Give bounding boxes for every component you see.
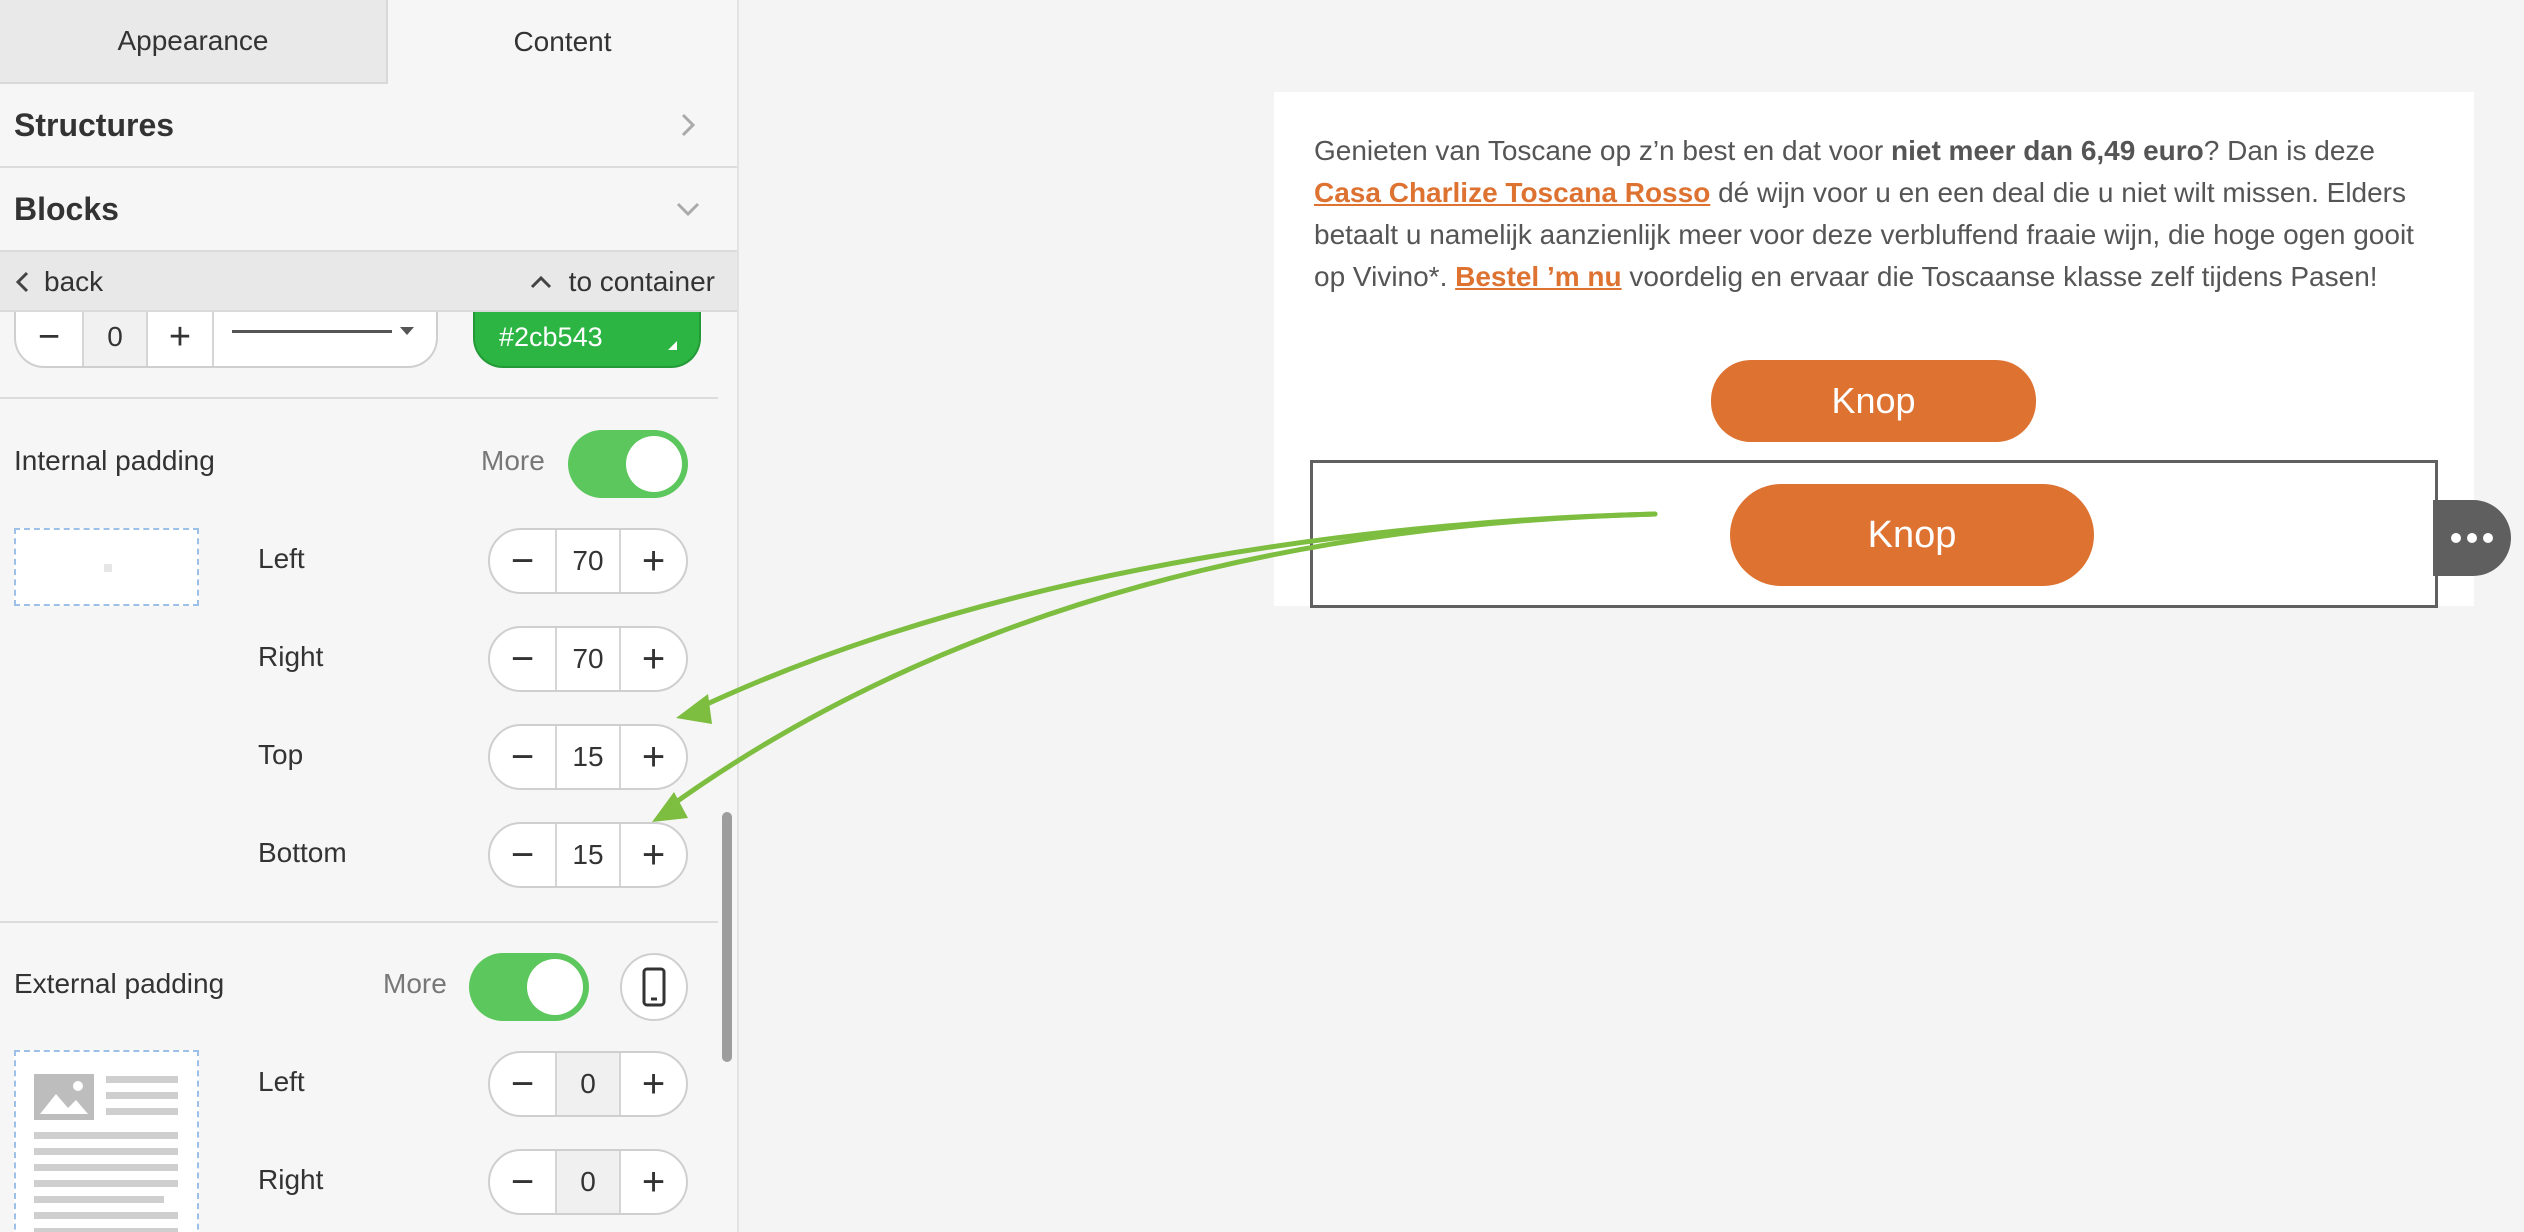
internal-padding-top-label: Top (258, 739, 304, 770)
accordion-structures[interactable]: Structures (0, 84, 737, 168)
external-padding-label: External padding (14, 968, 225, 999)
internal-padding-bottom-stepper: − 15 + (488, 822, 688, 888)
accordion-blocks[interactable]: Blocks (0, 168, 737, 252)
decrement-button[interactable]: − (490, 530, 555, 592)
divider (0, 397, 718, 399)
caret-down-icon (400, 327, 414, 335)
to-container-label: to container (568, 266, 715, 297)
panel-tabs: Appearance Content (0, 0, 737, 84)
internal-padding-more-label: More (481, 445, 545, 476)
increment-button[interactable]: + (621, 1053, 686, 1115)
resize-corner-icon (668, 341, 677, 350)
settings-panel: Appearance Content Structures Blocks bac… (0, 0, 739, 1232)
decrement-button[interactable]: − (490, 824, 555, 886)
external-padding-more-label: More (383, 968, 447, 999)
chevron-up-icon (530, 275, 551, 289)
divider (0, 921, 718, 923)
email-text-mid1: ? Dan is deze (2203, 135, 2375, 166)
increment-button[interactable]: + (621, 530, 686, 592)
increment-button[interactable]: + (621, 1151, 686, 1213)
decrement-button[interactable]: − (490, 1151, 555, 1213)
decrement-button[interactable]: − (490, 1053, 555, 1115)
decrement-button[interactable]: − (490, 628, 555, 690)
selected-button-block[interactable]: Knop (1310, 460, 2438, 608)
border-width-stepper: − 0 + (14, 312, 438, 368)
decrement-button[interactable]: − (490, 726, 555, 788)
internal-padding-left-value[interactable]: 70 (555, 530, 621, 592)
external-padding-right-stepper: − 0 + (488, 1149, 688, 1215)
chevron-left-icon (15, 271, 29, 293)
toggle-knob (527, 959, 583, 1015)
email-text-bold: niet meer dan 6,49 euro (1890, 135, 2204, 166)
preview-dot (104, 564, 112, 572)
panel-scrollbar[interactable] (722, 812, 732, 1062)
chevron-right-icon (681, 113, 696, 137)
email-button-2[interactable]: Knop (1730, 484, 2094, 586)
external-padding-left-label: Left (258, 1066, 305, 1097)
internal-padding-bottom-value[interactable]: 15 (555, 824, 621, 886)
block-more-options-button[interactable] (2433, 500, 2511, 576)
toggle-knob (626, 436, 682, 492)
increment-button[interactable]: + (621, 726, 686, 788)
email-text-intro: Genieten van Toscane op z’n best en dat … (1314, 135, 1891, 166)
border-color-picker[interactable]: #2cb543 (473, 312, 701, 368)
external-padding-more-toggle[interactable] (469, 953, 589, 1021)
back-label: back (44, 266, 104, 297)
internal-padding-more-toggle[interactable] (568, 430, 688, 498)
external-padding-left-stepper: − 0 + (488, 1051, 688, 1117)
border-width-increment[interactable]: + (148, 312, 214, 366)
internal-padding-bottom-label: Bottom (258, 837, 347, 868)
border-settings-row: − 0 + #2cb543 (14, 312, 714, 368)
email-button-1[interactable]: Knop (1711, 360, 2036, 442)
internal-padding-right-value[interactable]: 70 (555, 628, 621, 690)
email-link-casa-charlize[interactable]: Casa Charlize Toscana Rosso (1314, 177, 1710, 208)
external-padding-right-value[interactable]: 0 (555, 1151, 621, 1213)
border-style-select[interactable] (214, 312, 436, 366)
email-link-bestel[interactable]: Bestel ’m nu (1455, 261, 1621, 292)
back-button[interactable]: back (14, 266, 103, 298)
internal-padding-right-stepper: − 70 + (488, 626, 688, 692)
email-text-end: voordelig en ervaar die Toscaanse klasse… (1621, 261, 2378, 292)
border-color-value: #2cb543 (499, 321, 603, 352)
solid-line-preview (232, 330, 392, 333)
internal-padding-left-stepper: − 70 + (488, 528, 688, 594)
border-width-value[interactable]: 0 (82, 312, 148, 366)
chevron-down-icon (676, 202, 700, 217)
content-layout-icon (34, 1074, 178, 1232)
external-padding-preview (14, 1050, 199, 1232)
internal-padding-top-stepper: − 15 + (488, 724, 688, 790)
block-navigation-bar: back to container (0, 252, 737, 312)
email-canvas: Genieten van Toscane op z’n best en dat … (1274, 92, 2474, 608)
increment-button[interactable]: + (621, 824, 686, 886)
mobile-phone-icon (642, 967, 666, 1007)
accordion-structures-label: Structures (14, 106, 175, 143)
accordion-blocks-label: Blocks (14, 190, 119, 227)
internal-padding-preview (14, 528, 199, 606)
external-padding-right-label: Right (258, 1164, 324, 1195)
mobile-view-button[interactable] (620, 953, 688, 1021)
increment-button[interactable]: + (621, 628, 686, 690)
internal-padding-top-value[interactable]: 15 (555, 726, 621, 788)
tab-appearance[interactable]: Appearance (0, 0, 388, 84)
internal-padding-label: Internal padding (14, 445, 215, 476)
border-width-decrement[interactable]: − (16, 312, 82, 366)
block-settings-scroll[interactable]: − 0 + #2cb543 Internal padding More Left… (0, 312, 718, 1232)
external-padding-left-value[interactable]: 0 (555, 1053, 621, 1115)
to-container-button[interactable]: to container (529, 266, 715, 298)
internal-padding-right-label: Right (258, 641, 324, 672)
internal-padding-left-label: Left (258, 543, 305, 574)
email-paragraph[interactable]: Genieten van Toscane op z’n best en dat … (1314, 130, 2444, 298)
tab-content[interactable]: Content (388, 0, 737, 84)
